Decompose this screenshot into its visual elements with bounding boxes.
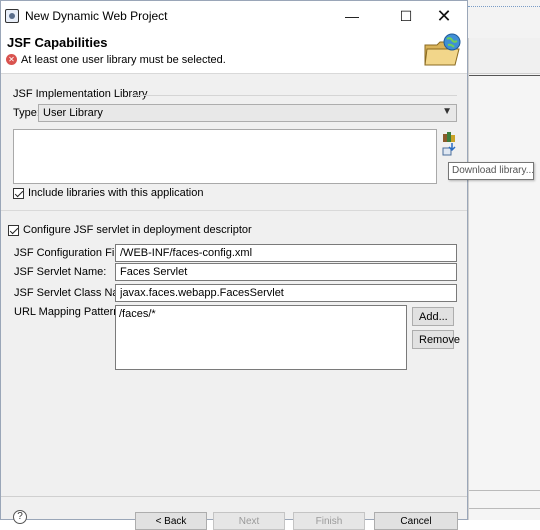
include-libraries-label[interactable]: Include libraries with this application — [28, 187, 203, 199]
library-list[interactable] — [13, 129, 437, 184]
wizard-header: JSF Capabilities ✕ At least one user lib… — [1, 31, 467, 74]
implementation-group-label: JSF Implementation Library — [13, 88, 148, 100]
remove-pattern-button[interactable]: Remove — [412, 330, 460, 349]
background-dotted-line — [468, 6, 540, 7]
background-panel — [468, 38, 540, 520]
minimize-button[interactable]: — — [329, 1, 375, 31]
background-toolbar — [469, 38, 540, 74]
configure-servlet-checkbox[interactable] — [8, 225, 19, 236]
list-item[interactable]: /faces/* — [119, 308, 403, 320]
background-divider — [469, 490, 540, 491]
error-icon: ✕ — [6, 54, 17, 65]
configure-servlet-label[interactable]: Configure JSF servlet in deployment desc… — [23, 224, 252, 236]
download-library-icon[interactable] — [442, 142, 456, 156]
finish-button[interactable]: Finish — [293, 512, 365, 530]
error-message: At least one user library must be select… — [21, 54, 226, 66]
config-file-label: JSF Configuration File: — [14, 247, 126, 259]
window-title: New Dynamic Web Project — [25, 9, 168, 23]
download-library-tooltip: Download library... — [448, 162, 534, 180]
page-title: JSF Capabilities — [7, 35, 108, 50]
next-button[interactable]: Next — [213, 512, 285, 530]
servlet-name-label: JSF Servlet Name: — [14, 266, 107, 278]
new-dynamic-web-project-dialog: New Dynamic Web Project — ☐ ✕ JSF Capabi… — [0, 0, 534, 530]
config-file-field[interactable] — [115, 244, 457, 262]
servlet-class-field[interactable] — [115, 284, 457, 302]
section-separator — [1, 210, 467, 211]
url-mapping-label: URL Mapping Patterns: — [14, 306, 128, 318]
include-libraries-checkbox[interactable] — [13, 188, 24, 199]
cancel-button[interactable]: Cancel — [374, 512, 458, 530]
folder-globe-icon — [424, 33, 461, 66]
library-type-select[interactable]: User Library ▼ — [38, 104, 457, 122]
background-divider — [469, 75, 540, 76]
footer-divider — [1, 496, 467, 497]
close-button[interactable]: ✕ — [421, 1, 467, 31]
library-type-value: User Library — [43, 107, 103, 119]
add-pattern-button[interactable]: Add... — [412, 307, 454, 326]
back-button[interactable]: < Back — [135, 512, 207, 530]
manage-libraries-icon[interactable] — [442, 129, 456, 143]
servlet-name-field[interactable] — [115, 263, 457, 281]
group-divider — [133, 95, 457, 96]
background-divider — [469, 508, 540, 509]
chevron-down-icon: ▼ — [442, 106, 452, 117]
help-icon[interactable]: ? — [13, 510, 27, 524]
url-mapping-list[interactable]: /faces/* — [115, 305, 407, 370]
title-bar[interactable]: New Dynamic Web Project — ☐ ✕ — [1, 1, 467, 31]
eclipse-app-icon — [5, 9, 19, 23]
type-label: Type: — [13, 107, 40, 119]
